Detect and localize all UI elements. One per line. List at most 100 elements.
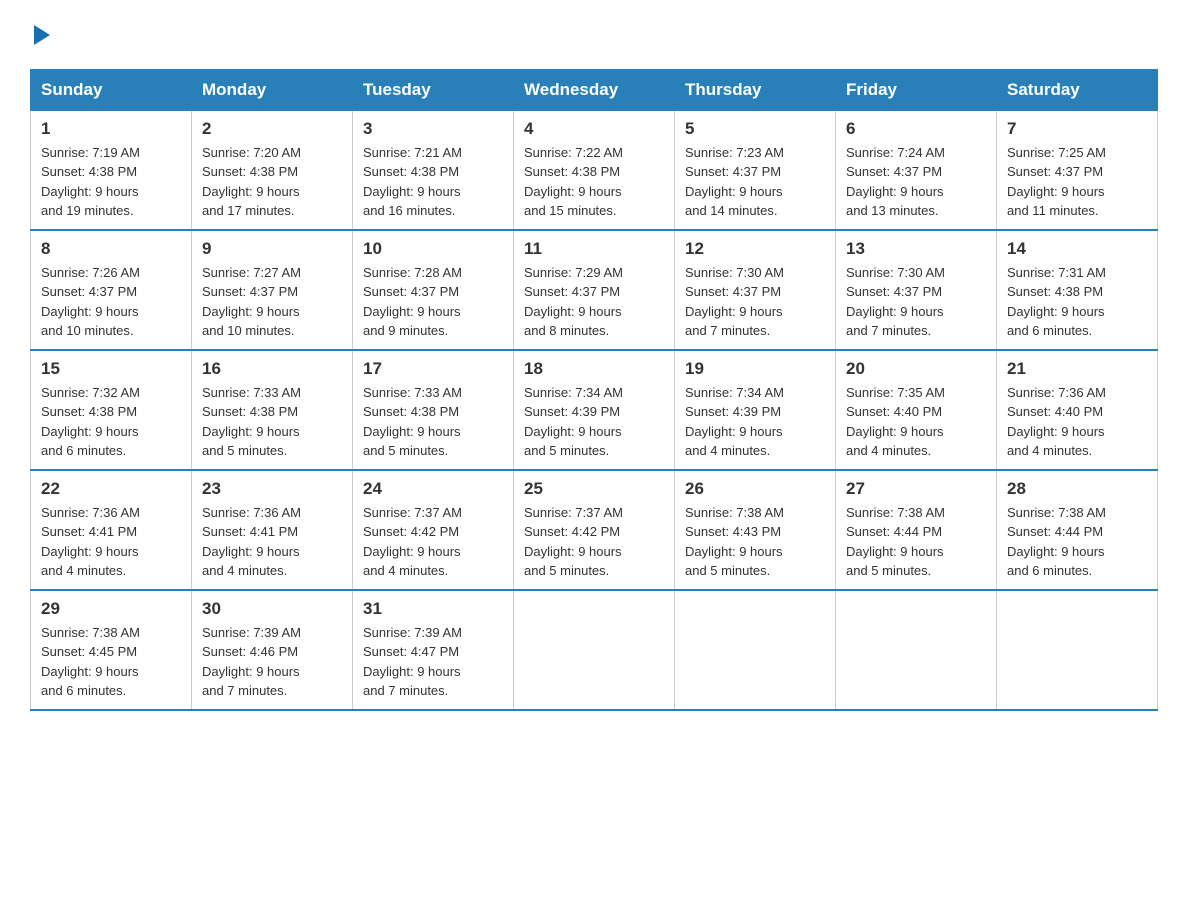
day-info: Sunrise: 7:20 AM Sunset: 4:38 PM Dayligh… [202, 143, 342, 221]
header-cell-saturday: Saturday [997, 69, 1158, 110]
header-row: SundayMondayTuesdayWednesdayThursdayFrid… [31, 69, 1158, 110]
day-info: Sunrise: 7:36 AM Sunset: 4:41 PM Dayligh… [41, 503, 181, 581]
header-cell-friday: Friday [836, 69, 997, 110]
day-number: 1 [41, 119, 181, 139]
day-number: 28 [1007, 479, 1147, 499]
day-cell: 22 Sunrise: 7:36 AM Sunset: 4:41 PM Dayl… [31, 470, 192, 590]
day-info: Sunrise: 7:33 AM Sunset: 4:38 PM Dayligh… [363, 383, 503, 461]
day-cell: 27 Sunrise: 7:38 AM Sunset: 4:44 PM Dayl… [836, 470, 997, 590]
day-info: Sunrise: 7:27 AM Sunset: 4:37 PM Dayligh… [202, 263, 342, 341]
day-number: 5 [685, 119, 825, 139]
day-info: Sunrise: 7:32 AM Sunset: 4:38 PM Dayligh… [41, 383, 181, 461]
day-number: 10 [363, 239, 503, 259]
page-header [30, 20, 1158, 49]
day-number: 15 [41, 359, 181, 379]
day-cell: 29 Sunrise: 7:38 AM Sunset: 4:45 PM Dayl… [31, 590, 192, 710]
day-cell: 9 Sunrise: 7:27 AM Sunset: 4:37 PM Dayli… [192, 230, 353, 350]
day-cell: 20 Sunrise: 7:35 AM Sunset: 4:40 PM Dayl… [836, 350, 997, 470]
calendar-body: 1 Sunrise: 7:19 AM Sunset: 4:38 PM Dayli… [31, 110, 1158, 710]
header-cell-tuesday: Tuesday [353, 69, 514, 110]
day-number: 14 [1007, 239, 1147, 259]
day-info: Sunrise: 7:38 AM Sunset: 4:44 PM Dayligh… [1007, 503, 1147, 581]
day-number: 4 [524, 119, 664, 139]
day-cell: 13 Sunrise: 7:30 AM Sunset: 4:37 PM Dayl… [836, 230, 997, 350]
day-cell [836, 590, 997, 710]
day-info: Sunrise: 7:22 AM Sunset: 4:38 PM Dayligh… [524, 143, 664, 221]
week-row-1: 1 Sunrise: 7:19 AM Sunset: 4:38 PM Dayli… [31, 110, 1158, 230]
day-info: Sunrise: 7:38 AM Sunset: 4:45 PM Dayligh… [41, 623, 181, 701]
day-cell [997, 590, 1158, 710]
day-cell: 14 Sunrise: 7:31 AM Sunset: 4:38 PM Dayl… [997, 230, 1158, 350]
header-cell-monday: Monday [192, 69, 353, 110]
day-number: 20 [846, 359, 986, 379]
day-cell: 15 Sunrise: 7:32 AM Sunset: 4:38 PM Dayl… [31, 350, 192, 470]
calendar-table: SundayMondayTuesdayWednesdayThursdayFrid… [30, 69, 1158, 711]
day-info: Sunrise: 7:34 AM Sunset: 4:39 PM Dayligh… [685, 383, 825, 461]
day-info: Sunrise: 7:36 AM Sunset: 4:40 PM Dayligh… [1007, 383, 1147, 461]
day-info: Sunrise: 7:23 AM Sunset: 4:37 PM Dayligh… [685, 143, 825, 221]
day-number: 22 [41, 479, 181, 499]
day-info: Sunrise: 7:37 AM Sunset: 4:42 PM Dayligh… [524, 503, 664, 581]
header-cell-thursday: Thursday [675, 69, 836, 110]
header-cell-wednesday: Wednesday [514, 69, 675, 110]
logo-text [30, 20, 50, 49]
day-info: Sunrise: 7:38 AM Sunset: 4:44 PM Dayligh… [846, 503, 986, 581]
day-info: Sunrise: 7:30 AM Sunset: 4:37 PM Dayligh… [685, 263, 825, 341]
day-cell: 21 Sunrise: 7:36 AM Sunset: 4:40 PM Dayl… [997, 350, 1158, 470]
day-number: 7 [1007, 119, 1147, 139]
day-cell: 18 Sunrise: 7:34 AM Sunset: 4:39 PM Dayl… [514, 350, 675, 470]
day-number: 13 [846, 239, 986, 259]
day-number: 27 [846, 479, 986, 499]
day-cell [675, 590, 836, 710]
day-cell [514, 590, 675, 710]
day-info: Sunrise: 7:37 AM Sunset: 4:42 PM Dayligh… [363, 503, 503, 581]
week-row-5: 29 Sunrise: 7:38 AM Sunset: 4:45 PM Dayl… [31, 590, 1158, 710]
day-cell: 30 Sunrise: 7:39 AM Sunset: 4:46 PM Dayl… [192, 590, 353, 710]
day-number: 2 [202, 119, 342, 139]
day-info: Sunrise: 7:28 AM Sunset: 4:37 PM Dayligh… [363, 263, 503, 341]
day-number: 31 [363, 599, 503, 619]
day-number: 16 [202, 359, 342, 379]
day-info: Sunrise: 7:33 AM Sunset: 4:38 PM Dayligh… [202, 383, 342, 461]
day-number: 24 [363, 479, 503, 499]
day-info: Sunrise: 7:29 AM Sunset: 4:37 PM Dayligh… [524, 263, 664, 341]
day-info: Sunrise: 7:19 AM Sunset: 4:38 PM Dayligh… [41, 143, 181, 221]
day-number: 9 [202, 239, 342, 259]
day-cell: 10 Sunrise: 7:28 AM Sunset: 4:37 PM Dayl… [353, 230, 514, 350]
day-cell: 17 Sunrise: 7:33 AM Sunset: 4:38 PM Dayl… [353, 350, 514, 470]
header-cell-sunday: Sunday [31, 69, 192, 110]
day-cell: 19 Sunrise: 7:34 AM Sunset: 4:39 PM Dayl… [675, 350, 836, 470]
day-number: 29 [41, 599, 181, 619]
day-cell: 7 Sunrise: 7:25 AM Sunset: 4:37 PM Dayli… [997, 110, 1158, 230]
day-cell: 1 Sunrise: 7:19 AM Sunset: 4:38 PM Dayli… [31, 110, 192, 230]
day-cell: 8 Sunrise: 7:26 AM Sunset: 4:37 PM Dayli… [31, 230, 192, 350]
day-number: 12 [685, 239, 825, 259]
day-info: Sunrise: 7:38 AM Sunset: 4:43 PM Dayligh… [685, 503, 825, 581]
day-info: Sunrise: 7:26 AM Sunset: 4:37 PM Dayligh… [41, 263, 181, 341]
day-cell: 11 Sunrise: 7:29 AM Sunset: 4:37 PM Dayl… [514, 230, 675, 350]
day-cell: 5 Sunrise: 7:23 AM Sunset: 4:37 PM Dayli… [675, 110, 836, 230]
day-cell: 24 Sunrise: 7:37 AM Sunset: 4:42 PM Dayl… [353, 470, 514, 590]
logo-triangle-icon [34, 25, 50, 45]
day-cell: 16 Sunrise: 7:33 AM Sunset: 4:38 PM Dayl… [192, 350, 353, 470]
calendar-header: SundayMondayTuesdayWednesdayThursdayFrid… [31, 69, 1158, 110]
day-info: Sunrise: 7:35 AM Sunset: 4:40 PM Dayligh… [846, 383, 986, 461]
day-info: Sunrise: 7:30 AM Sunset: 4:37 PM Dayligh… [846, 263, 986, 341]
day-number: 25 [524, 479, 664, 499]
day-number: 8 [41, 239, 181, 259]
day-number: 30 [202, 599, 342, 619]
day-cell: 12 Sunrise: 7:30 AM Sunset: 4:37 PM Dayl… [675, 230, 836, 350]
day-info: Sunrise: 7:31 AM Sunset: 4:38 PM Dayligh… [1007, 263, 1147, 341]
day-number: 26 [685, 479, 825, 499]
week-row-2: 8 Sunrise: 7:26 AM Sunset: 4:37 PM Dayli… [31, 230, 1158, 350]
logo-general [30, 20, 50, 49]
day-number: 17 [363, 359, 503, 379]
day-info: Sunrise: 7:39 AM Sunset: 4:46 PM Dayligh… [202, 623, 342, 701]
day-number: 3 [363, 119, 503, 139]
day-cell: 2 Sunrise: 7:20 AM Sunset: 4:38 PM Dayli… [192, 110, 353, 230]
day-info: Sunrise: 7:24 AM Sunset: 4:37 PM Dayligh… [846, 143, 986, 221]
day-cell: 31 Sunrise: 7:39 AM Sunset: 4:47 PM Dayl… [353, 590, 514, 710]
day-number: 18 [524, 359, 664, 379]
day-cell: 28 Sunrise: 7:38 AM Sunset: 4:44 PM Dayl… [997, 470, 1158, 590]
day-info: Sunrise: 7:21 AM Sunset: 4:38 PM Dayligh… [363, 143, 503, 221]
